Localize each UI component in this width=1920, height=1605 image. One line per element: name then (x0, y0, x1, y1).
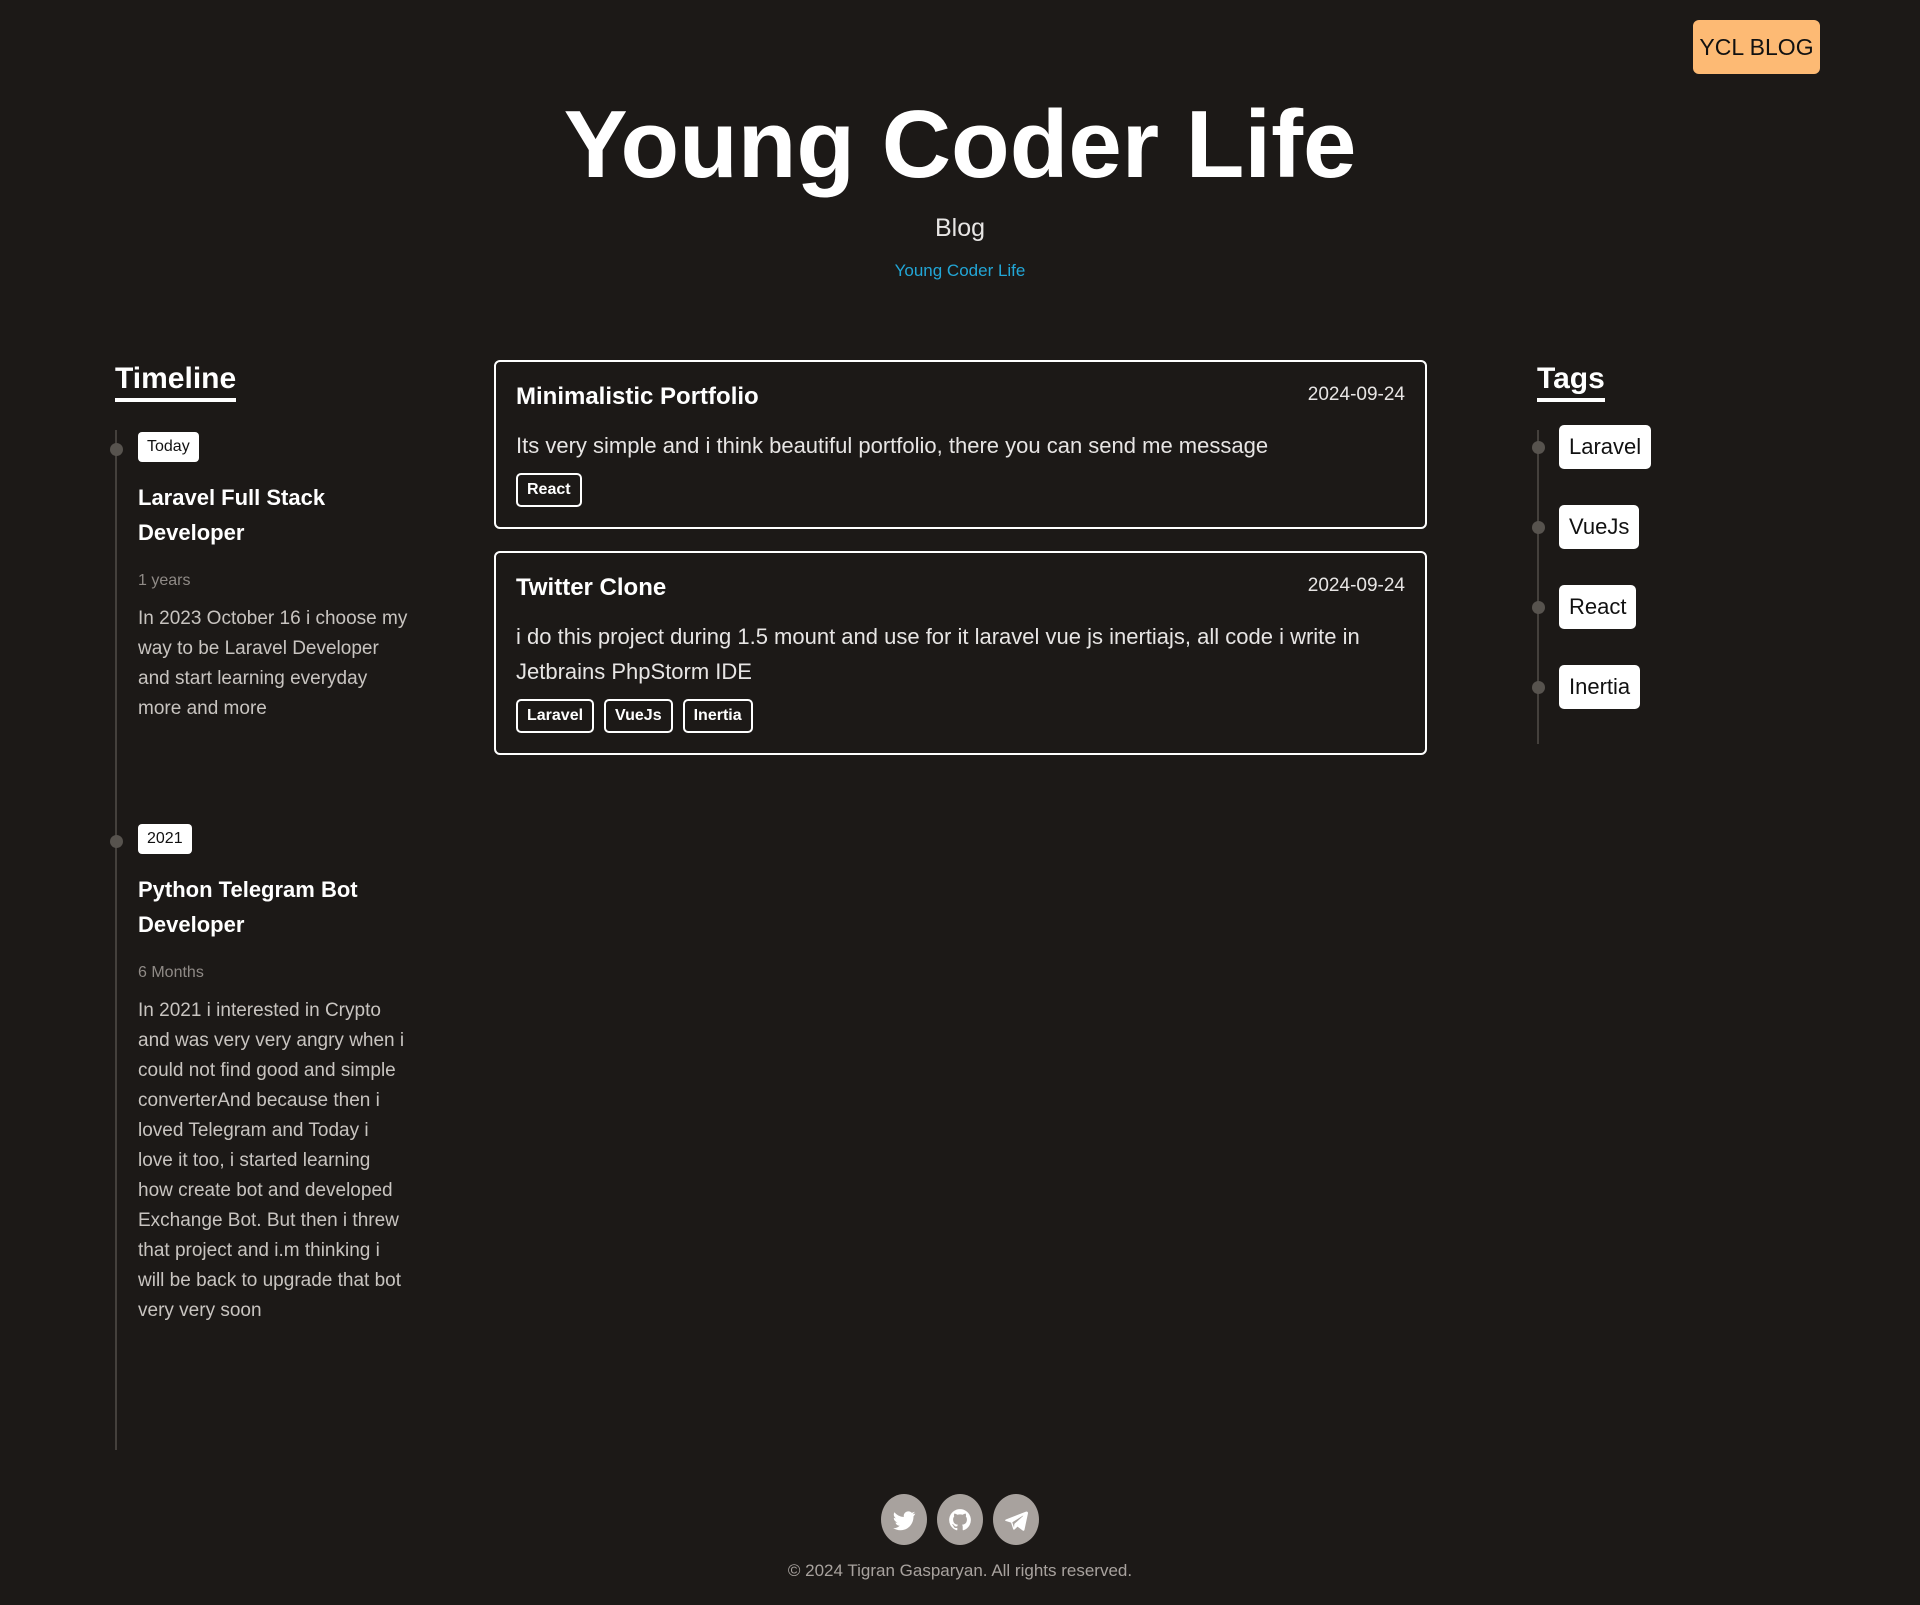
post-body: Its very simple and i think beautiful po… (516, 433, 1269, 458)
tag-inertia[interactable]: Inertia (1559, 665, 1641, 709)
post-header: Minimalistic Portfolio 2024-09-24 (516, 382, 1405, 412)
timeline-item-duration: 1 years (138, 572, 191, 589)
site-header: Young Coder Life Blog Young Coder Life (0, 90, 1920, 281)
posts-list: Minimalistic Portfolio 2024-09-24 Its ve… (494, 360, 1427, 777)
post-tags: React (516, 473, 1405, 507)
timeline-badge: Today (138, 432, 199, 462)
social-links (0, 1494, 1920, 1545)
tag-laravel[interactable]: Laravel (1559, 425, 1652, 469)
timeline-item-description: In 2021 i interested in Crypto and was v… (138, 1000, 405, 1321)
footer: © 2024 Tigran Gasparyan. All rights rese… (0, 1494, 1920, 1581)
post-title[interactable]: Minimalistic Portfolio (516, 382, 759, 412)
timeline-item-title: Python Telegram Bot Developer (138, 877, 358, 937)
post-tag-laravel[interactable]: Laravel (516, 699, 595, 733)
tags-heading: Tags (1537, 362, 1605, 402)
github-icon[interactable] (937, 1494, 983, 1545)
post-date: 2024-09-24 (1307, 575, 1405, 596)
site-title: Young Coder Life (563, 91, 1357, 198)
tag-dot-icon (1532, 441, 1545, 454)
post-card[interactable]: Twitter Clone 2024-09-24 i do this proje… (494, 551, 1427, 755)
tag-dot-icon (1532, 601, 1545, 614)
timeline-dot-icon (110, 443, 123, 456)
tag-dot-icon (1532, 521, 1545, 534)
post-tag-react[interactable]: React (516, 473, 582, 507)
page: YCL BLOG Young Coder Life Blog Young Cod… (0, 0, 1920, 1605)
timeline-item-duration: 6 Months (138, 964, 204, 981)
timeline-dot-icon (110, 835, 123, 848)
tag-item: Inertia (1532, 665, 1641, 709)
post-title[interactable]: Twitter Clone (516, 573, 666, 603)
tags-section: Tags Laravel VueJs React Inertia (1532, 362, 1737, 744)
post-tags: Laravel VueJs Inertia (516, 699, 1405, 733)
tag-vuejs[interactable]: VueJs (1559, 505, 1640, 549)
timeline-item-title: Laravel Full Stack Developer (138, 485, 326, 545)
post-card[interactable]: Minimalistic Portfolio 2024-09-24 Its ve… (494, 360, 1427, 529)
copyright-text: © 2024 Tigran Gasparyan. All rights rese… (787, 1561, 1133, 1580)
telegram-icon[interactable] (993, 1494, 1039, 1545)
tag-dot-icon (1532, 681, 1545, 694)
site-subtitle: Blog (934, 214, 986, 242)
tag-item: React (1532, 585, 1637, 629)
timeline-badge: 2021 (138, 824, 192, 854)
post-tag-inertia[interactable]: Inertia (682, 699, 753, 733)
timeline-item: Today Laravel Full Stack Developer 1 yea… (110, 432, 408, 724)
post-header: Twitter Clone 2024-09-24 (516, 573, 1405, 603)
post-date: 2024-09-24 (1307, 384, 1405, 405)
site-link[interactable]: Young Coder Life (895, 261, 1026, 281)
twitter-icon[interactable] (881, 1494, 927, 1545)
post-body: i do this project during 1.5 mount and u… (516, 624, 1360, 684)
post-tag-vuejs[interactable]: VueJs (604, 699, 673, 733)
timeline-heading: Timeline (115, 362, 237, 402)
ycl-blog-button[interactable]: YCL BLOG (1693, 20, 1820, 74)
tags-list: Laravel VueJs React Inertia (1532, 425, 1737, 744)
timeline-section: Timeline Today Laravel Full Stack Develo… (110, 362, 407, 1450)
tag-react[interactable]: React (1559, 585, 1637, 629)
tag-item: Laravel (1532, 425, 1652, 469)
timeline-item-description: In 2023 October 16 i choose my way to be… (138, 608, 408, 719)
tag-item: VueJs (1532, 505, 1640, 549)
timeline-list: Today Laravel Full Stack Developer 1 yea… (110, 430, 408, 1450)
timeline-item: 2021 Python Telegram Bot Developer 6 Mon… (110, 824, 408, 1326)
